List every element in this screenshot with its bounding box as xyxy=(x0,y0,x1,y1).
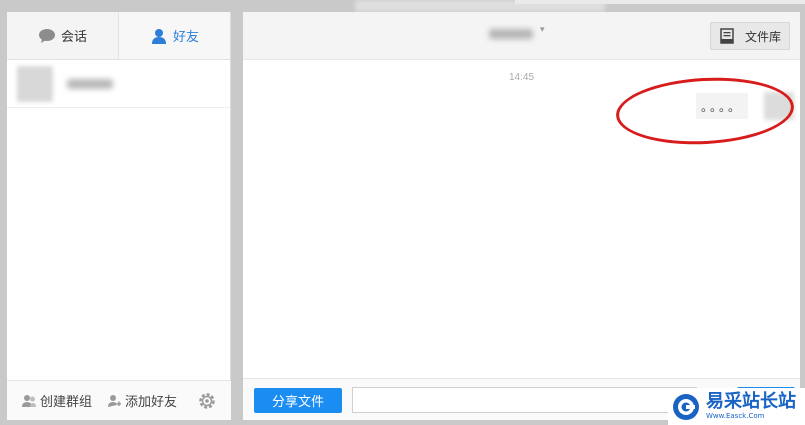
add-friend-label: 添加好友 xyxy=(125,394,178,409)
tab-conversations-label: 会话 xyxy=(60,29,87,44)
chat-title-redacted[interactable] xyxy=(489,29,533,39)
tab-friends-label: 好友 xyxy=(172,29,199,44)
contact-avatar xyxy=(17,65,53,102)
file-library-button[interactable]: 文件库 xyxy=(710,22,790,50)
sender-avatar xyxy=(764,92,794,120)
watermark-url: Www.Easck.Com xyxy=(706,412,765,420)
site-watermark: 易采站长站 Www.Easck.Com xyxy=(668,388,805,425)
watermark-text: 易采站长站 xyxy=(706,391,796,412)
message-timestamp: 14:45 xyxy=(508,72,535,83)
watermark-logo-icon xyxy=(672,393,700,421)
panel-tabs: 会话 好友 xyxy=(7,12,230,60)
message-bubble[interactable]: 。。。。 xyxy=(696,93,748,119)
contact-name-redacted xyxy=(67,78,113,89)
add-person-icon xyxy=(106,393,122,409)
gear-icon[interactable] xyxy=(197,391,217,411)
tab-friends[interactable]: 好友 xyxy=(118,12,230,59)
create-group-label: 创建群组 xyxy=(40,394,93,409)
share-file-button[interactable]: 分享文件 xyxy=(254,388,342,413)
group-icon xyxy=(21,393,37,409)
tab-conversations[interactable]: 会话 xyxy=(7,12,118,59)
contact-list-item[interactable] xyxy=(7,60,230,108)
create-group-button[interactable]: 创建群组 xyxy=(21,391,92,410)
contacts-footer: 创建群组 添加好友 xyxy=(7,380,231,420)
add-friend-button[interactable]: 添加好友 xyxy=(106,391,177,410)
top-strip xyxy=(515,0,805,4)
contacts-panel: 会话 好友 创建群组 添加好友 xyxy=(7,12,231,420)
chevron-down-icon[interactable]: ▾ xyxy=(540,24,545,35)
file-library-label: 文件库 xyxy=(744,29,781,44)
chat-panel: ▾ 文件库 14:45 。。。。 分享文件 xyxy=(243,12,800,420)
message-input[interactable] xyxy=(352,387,697,413)
speech-bubble-icon xyxy=(38,28,56,44)
person-icon xyxy=(150,28,168,44)
chat-header: ▾ 文件库 xyxy=(243,12,800,60)
document-icon xyxy=(719,28,735,44)
